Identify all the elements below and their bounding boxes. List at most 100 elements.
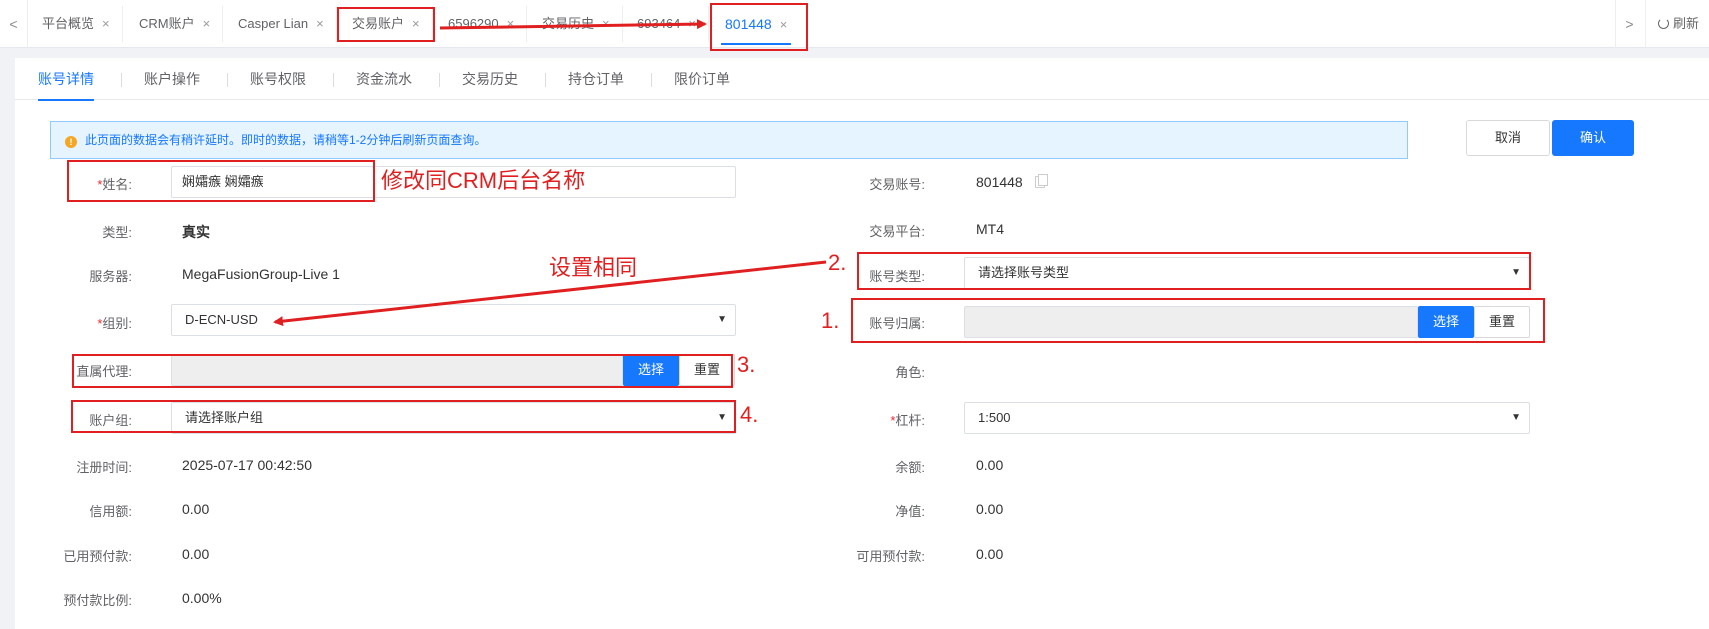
reg-time-value: 2025-07-17 00:42:50 [182, 457, 312, 473]
refresh-icon [1658, 18, 1669, 29]
used-prepay-label: 已用预付款: [63, 549, 132, 564]
sub-tab-bar: 账号详情 账户操作 账号权限 资金流水 交易历史 持仓订单 限价订单 [15, 58, 1709, 101]
owner-reset-button[interactable]: 重置 [1474, 306, 1530, 338]
confirm-button[interactable]: 确认 [1552, 120, 1634, 156]
copy-icon[interactable] [1034, 174, 1048, 188]
close-icon[interactable]: × [316, 16, 324, 31]
prepay-ratio-value: 0.00% [182, 590, 222, 606]
close-icon[interactable]: × [602, 16, 610, 31]
reg-time-label: 注册时间: [76, 460, 132, 475]
equity-label: 净值: [895, 504, 925, 519]
tab-account-operations[interactable]: 账户操作 [144, 58, 200, 100]
group-select-value: D-ECN-USD [185, 312, 258, 327]
annotation-number-3: 3. [737, 352, 756, 377]
account-group-select[interactable]: 请选择账户组 ▼ [171, 402, 736, 434]
divider [333, 73, 334, 87]
account-group-select-value: 请选择账户组 [185, 410, 264, 425]
annotation-name-note: 修改同CRM后台名称 [381, 168, 586, 193]
platform-value: MT4 [976, 221, 1004, 237]
cancel-button[interactable]: 取消 [1466, 120, 1550, 156]
group-label: *组别: [97, 316, 132, 331]
tab-bar: < 平台概览 × CRM账户 × Casper Lian × 交易账户 × 659629… [0, 0, 1709, 48]
tab-693464[interactable]: 693464 × [625, 6, 709, 42]
owner-select-button[interactable]: 选择 [1418, 306, 1474, 338]
chevron-down-icon: ▼ [1511, 267, 1521, 278]
chevron-down-icon: ▼ [717, 412, 727, 423]
tab-label: CRM账户 [139, 16, 195, 31]
tab-scroll-right-icon[interactable]: > [1615, 0, 1643, 48]
annotation-same-note: 设置相同 [549, 255, 638, 280]
close-icon[interactable]: × [688, 16, 696, 31]
balance-label: 余额: [895, 460, 925, 475]
role-label: 角色: [895, 365, 925, 380]
leverage-select[interactable]: 1:500 ▼ [964, 402, 1530, 434]
tab-trade-history[interactable]: 交易历史 × [530, 6, 623, 42]
platform-label: 交易平台: [869, 224, 925, 239]
divider [227, 73, 228, 87]
divider [545, 73, 546, 87]
agent-reset-button[interactable]: 重置 [679, 354, 735, 386]
type-value: 真实 [182, 224, 210, 240]
tab-801448[interactable]: 801448 × [713, 6, 799, 45]
close-icon[interactable]: × [780, 17, 788, 32]
close-icon[interactable]: × [102, 16, 110, 31]
type-label: 类型: [102, 225, 132, 240]
tab-scroll-left-icon[interactable]: < [0, 0, 28, 48]
agent-label: 直属代理: [76, 364, 132, 379]
used-prepay-value: 0.00 [182, 546, 210, 562]
tab-label: 平台概览 [42, 16, 95, 31]
tab-platform-overview[interactable]: 平台概览 × [30, 6, 123, 42]
tab-label: 交易账户 [352, 16, 405, 31]
server-label: 服务器: [89, 269, 132, 284]
close-icon[interactable]: × [412, 16, 420, 31]
trade-account-value: 801448 [976, 174, 1048, 190]
info-icon: ! [65, 136, 77, 148]
chevron-down-icon: ▼ [1511, 412, 1521, 423]
close-icon[interactable]: × [507, 16, 515, 31]
tab-fund-flow[interactable]: 资金流水 [356, 58, 412, 100]
account-type-select-value: 请选择账号类型 [978, 265, 1070, 280]
balance-value: 0.00 [976, 457, 1004, 473]
credit-label: 信用额: [89, 504, 132, 519]
tab-crm-account[interactable]: CRM账户 × [127, 6, 224, 42]
tab-trade-accounts[interactable]: 交易账户 × [340, 6, 433, 42]
tab-account-permissions[interactable]: 账号权限 [250, 58, 306, 100]
tab-limit-orders[interactable]: 限价订单 [674, 58, 730, 100]
tab-trade-history-sub[interactable]: 交易历史 [462, 58, 518, 100]
server-value: MegaFusionGroup-Live 1 [182, 266, 340, 282]
leverage-label: *杠杆: [890, 413, 925, 428]
name-label: *姓名: [97, 177, 132, 192]
annotation-number-4: 4. [740, 402, 759, 427]
group-select[interactable]: D-ECN-USD ▼ [171, 304, 736, 336]
trade-account-number: 801448 [976, 174, 1023, 190]
divider [651, 73, 652, 87]
notice-text: 此页面的数据会有稍许延时。即时的数据，请稍等1-2分钟后刷新页面查询。 [85, 133, 487, 147]
agent-select-button[interactable]: 选择 [623, 354, 679, 386]
annotation-number-1: 1. [821, 308, 840, 333]
tab-label: 6596290 [448, 16, 499, 31]
tab-label: 交易历史 [542, 16, 595, 31]
account-type-select[interactable]: 请选择账号类型 ▼ [964, 257, 1530, 289]
close-icon[interactable]: × [203, 16, 211, 31]
tab-casper-lian[interactable]: Casper Lian × [226, 6, 337, 42]
tab-open-positions[interactable]: 持仓订单 [568, 58, 624, 100]
tab-6596290[interactable]: 6596290 × [436, 6, 528, 42]
prepay-ratio-label: 预付款比例: [63, 593, 132, 608]
agent-input[interactable] [171, 354, 623, 386]
divider [121, 73, 122, 87]
trade-account-label: 交易账号: [869, 177, 925, 192]
equity-value: 0.00 [976, 501, 1004, 517]
annotation-number-2: 2. [828, 250, 847, 275]
tab-label: 693464 [637, 16, 681, 31]
chevron-down-icon: ▼ [717, 314, 727, 325]
delay-notice: ! 此页面的数据会有稍许延时。即时的数据，请稍等1-2分钟后刷新页面查询。 [50, 121, 1408, 159]
account-group-label: 账户组: [89, 413, 132, 428]
tab-account-details[interactable]: 账号详情 [38, 58, 94, 101]
account-owner-input[interactable] [964, 306, 1418, 338]
refresh-button[interactable]: 刷新 [1645, 0, 1701, 48]
credit-value: 0.00 [182, 501, 210, 517]
free-margin-label: 可用预付款: [856, 549, 925, 564]
free-margin-value: 0.00 [976, 546, 1004, 562]
refresh-label: 刷新 [1673, 16, 1700, 31]
tab-label: 801448 [725, 16, 772, 32]
